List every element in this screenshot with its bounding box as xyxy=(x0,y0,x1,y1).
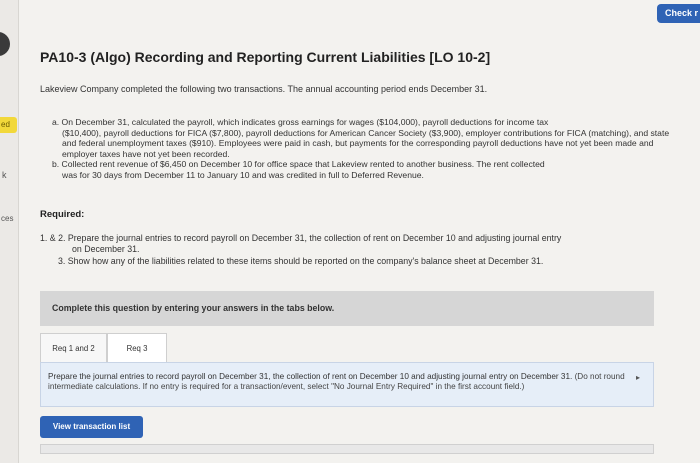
required-item-1-2-line2: on December 31. xyxy=(72,243,140,254)
transaction-a-line1: a. On December 31, calculated the payrol… xyxy=(52,117,549,127)
transaction-list: a. On December 31, calculated the payrol… xyxy=(52,117,672,181)
transaction-b: b. Collected rent revenue of $6,450 on D… xyxy=(52,159,672,180)
journal-entry-area[interactable] xyxy=(40,444,654,454)
navigation-circle-icon[interactable] xyxy=(0,32,10,56)
tab-req-1-and-2[interactable]: Req 1 and 2 xyxy=(40,333,107,363)
question-title: PA10-3 (Algo) Recording and Reporting Cu… xyxy=(40,49,491,65)
required-list: 1. & 2. Prepare the journal entries to r… xyxy=(40,233,670,267)
required-item-1-2-line1: 1. & 2. Prepare the journal entries to r… xyxy=(40,233,562,243)
prompt-text: Prepare the journal entries to record pa… xyxy=(48,372,648,392)
transaction-b-line1: b. Collected rent revenue of $6,450 on D… xyxy=(52,159,545,170)
transaction-b-rest: was for 30 days from December 11 to Janu… xyxy=(62,169,424,180)
rail-text-fragment-ces: ces xyxy=(1,214,14,223)
question-intro: Lakeview Company completed the following… xyxy=(40,84,488,94)
required-item-1-2: 1. & 2. Prepare the journal entries to r… xyxy=(40,233,670,254)
transaction-a: a. On December 31, calculated the payrol… xyxy=(52,117,672,159)
check-button[interactable]: Check r xyxy=(657,4,700,23)
left-rail: ed k ces xyxy=(0,0,19,463)
tab-req-3[interactable]: Req 3 xyxy=(107,333,167,363)
prompt-main: Prepare the journal entries to record pa… xyxy=(48,372,573,381)
rail-text-fragment: k xyxy=(2,170,7,180)
prompt-panel: Prepare the journal entries to record pa… xyxy=(40,362,654,407)
instruction-banner: Complete this question by entering your … xyxy=(40,291,654,326)
required-item-3: 3. Show how any of the liabilities relat… xyxy=(58,256,544,267)
instruction-text: Complete this question by entering your … xyxy=(52,303,335,313)
mouse-cursor-icon: ▸ xyxy=(636,373,641,382)
required-heading: Required: xyxy=(40,209,85,220)
transaction-a-rest: ($10,400), payroll deductions for FICA (… xyxy=(62,127,670,159)
status-badge: ed xyxy=(0,117,17,133)
view-transaction-list-button[interactable]: View transaction list xyxy=(40,416,143,438)
